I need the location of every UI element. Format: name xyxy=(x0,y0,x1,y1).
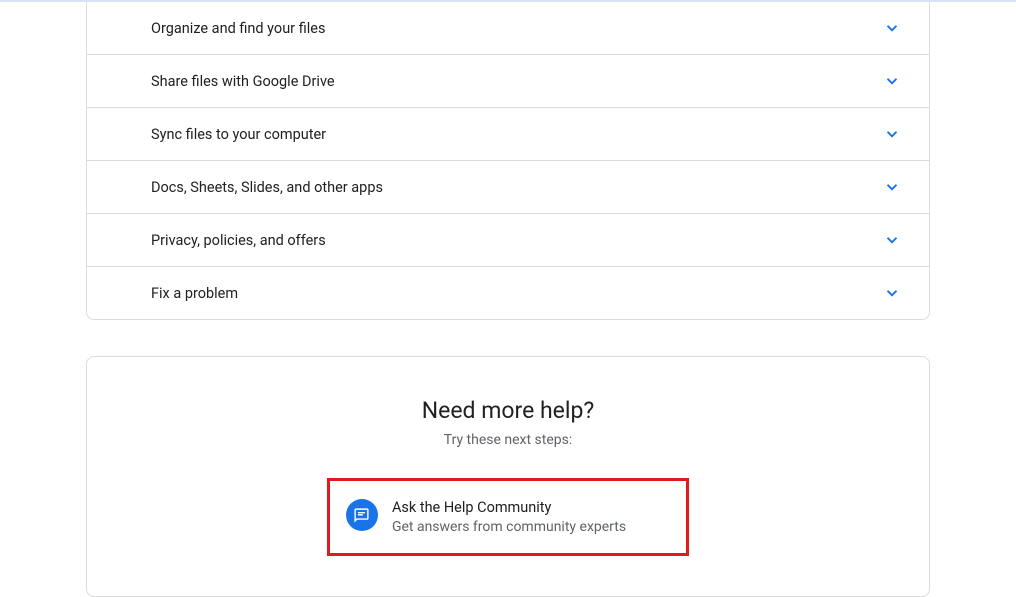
accordion-label: Sync files to your computer xyxy=(151,126,326,143)
accordion-item-sync[interactable]: Sync files to your computer xyxy=(87,107,929,160)
accordion-item-fix[interactable]: Fix a problem xyxy=(87,266,929,319)
chevron-down-icon xyxy=(883,19,901,37)
accordion-label: Organize and find your files xyxy=(151,20,325,37)
accordion-label: Fix a problem xyxy=(151,285,238,302)
chevron-down-icon xyxy=(883,125,901,143)
chevron-down-icon xyxy=(883,178,901,196)
accordion-item-privacy[interactable]: Privacy, policies, and offers xyxy=(87,213,929,266)
help-title: Need more help? xyxy=(107,397,909,424)
chevron-down-icon xyxy=(883,72,901,90)
chevron-down-icon xyxy=(883,284,901,302)
accordion-label: Privacy, policies, and offers xyxy=(151,232,326,249)
community-desc: Get answers from community experts xyxy=(392,519,626,535)
accordion-label: Share files with Google Drive xyxy=(151,73,335,90)
accordion-item-docs[interactable]: Docs, Sheets, Slides, and other apps xyxy=(87,160,929,213)
accordion-item-share[interactable]: Share files with Google Drive xyxy=(87,54,929,107)
accordion-label: Docs, Sheets, Slides, and other apps xyxy=(151,179,383,196)
chevron-down-icon xyxy=(883,231,901,249)
forum-icon xyxy=(346,499,378,531)
need-more-help-card: Need more help? Try these next steps: As… xyxy=(86,356,930,597)
ask-help-community-button[interactable]: Ask the Help Community Get answers from … xyxy=(327,478,689,556)
community-title: Ask the Help Community xyxy=(392,499,626,516)
accordion-item-organize[interactable]: Organize and find your files xyxy=(87,2,929,54)
help-topics-accordion: Organize and find your files Share files… xyxy=(86,2,930,320)
help-subtitle: Try these next steps: xyxy=(107,432,909,448)
